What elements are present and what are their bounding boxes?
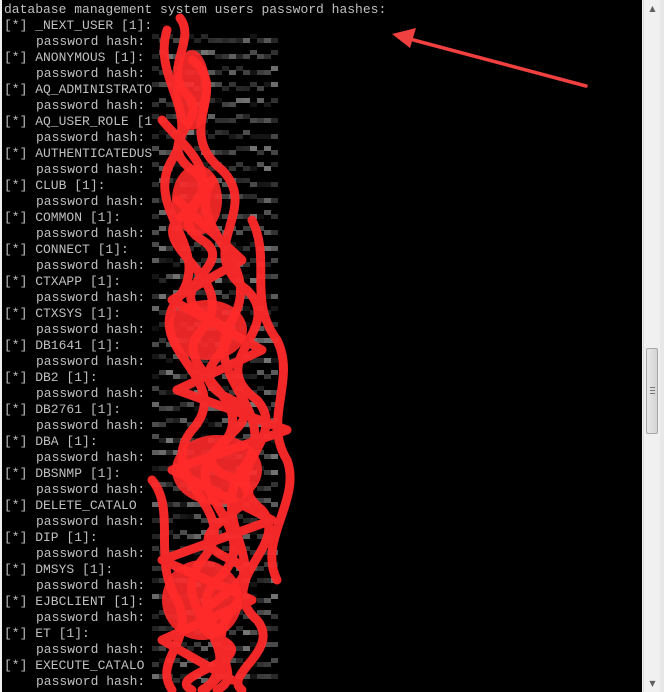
password-hash-line: password hash: xyxy=(36,130,146,145)
user-line: [*] AQ_USER_ROLE [1 xyxy=(4,114,153,129)
user-line: [*] CTXAPP [1]: xyxy=(4,274,122,289)
down-arrow-icon[interactable]: ▼ xyxy=(644,675,661,692)
user-line: [*] CONNECT [1]: xyxy=(4,242,129,257)
user-line: [*] DMSYS [1]: xyxy=(4,562,114,577)
password-hash-line: password hash: xyxy=(36,578,146,593)
password-hash-line: password hash: xyxy=(36,354,146,369)
user-line: [*] AUTHENTICATEDUS xyxy=(4,146,153,161)
password-hash-line: password hash: xyxy=(36,482,146,497)
vertical-scrollbar[interactable]: ▲ ▼ xyxy=(643,0,661,692)
password-hash-line: password hash: xyxy=(36,258,146,273)
user-line: [*] DBSNMP [1]: xyxy=(4,466,122,481)
user-line: [*] AQ_ADMINISTRATO xyxy=(4,82,153,97)
password-hash-line: password hash: xyxy=(36,514,146,529)
password-hash-line: password hash: xyxy=(36,290,146,305)
password-hash-line: password hash: xyxy=(36,610,146,625)
password-hash-line: password hash: xyxy=(36,194,146,209)
user-line: [*] _NEXT_USER [1]: xyxy=(4,18,153,33)
password-hash-line: password hash: xyxy=(36,546,146,561)
password-hash-line: password hash: xyxy=(36,674,146,689)
user-line: [*] EXECUTE_CATALO xyxy=(4,658,145,673)
console-window: database management system users passwor… xyxy=(0,0,664,692)
password-hash-line: password hash: xyxy=(36,642,146,657)
user-line: [*] COMMON [1]: xyxy=(4,210,122,225)
user-line: [*] DB2 [1]: xyxy=(4,370,98,385)
password-hash-line: password hash: xyxy=(36,450,146,465)
console-header: database management system users passwor… xyxy=(4,2,387,17)
up-arrow-icon[interactable]: ▲ xyxy=(644,0,661,17)
user-line: [*] DB1641 [1]: xyxy=(4,338,122,353)
password-hash-line: password hash: xyxy=(36,418,146,433)
user-line: [*] CTXSYS [1]: xyxy=(4,306,122,321)
password-hash-line: password hash: xyxy=(36,34,146,49)
scrollbar-thumb[interactable] xyxy=(646,348,658,434)
red-arrow-annotation xyxy=(392,28,588,88)
password-hash-line: password hash: xyxy=(36,226,146,241)
user-line: [*] ANONYMOUS [1]: xyxy=(4,50,145,65)
password-hash-line: password hash: xyxy=(36,322,146,337)
user-line: [*] DIP [1]: xyxy=(4,530,98,545)
user-line: [*] DBA [1]: xyxy=(4,434,98,449)
user-line: [*] DELETE_CATALO xyxy=(4,498,137,513)
user-line: [*] EJBCLIENT [1]: xyxy=(4,594,145,609)
password-hash-line: password hash: xyxy=(36,162,146,177)
user-line: [*] CLUB [1]: xyxy=(4,178,106,193)
password-hash-line: password hash: xyxy=(36,386,146,401)
console-output: database management system users passwor… xyxy=(2,0,642,692)
console-text: database management system users passwor… xyxy=(4,2,386,690)
password-hash-line: password hash: xyxy=(36,66,146,81)
window-frame xyxy=(660,0,664,692)
user-line: [*] DB2761 [1]: xyxy=(4,402,122,417)
password-hash-line: password hash: xyxy=(36,98,146,113)
user-line: [*] ET [1]: xyxy=(4,626,90,641)
